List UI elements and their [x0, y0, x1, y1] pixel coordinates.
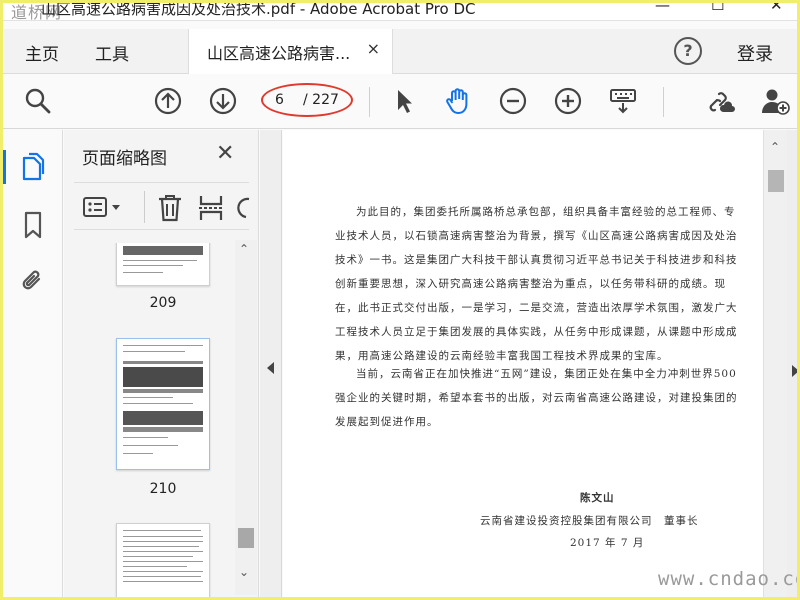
- scroll-up-arrow-icon[interactable]: ⌃: [770, 140, 780, 154]
- total-pages: / 227: [303, 92, 339, 108]
- attachment-icon[interactable]: [19, 266, 47, 296]
- page-thumbnail[interactable]: [116, 523, 210, 597]
- page-number-field[interactable]: 6 / 227: [261, 83, 355, 117]
- document-tab-close-button[interactable]: ×: [367, 39, 380, 58]
- select-arrow-icon[interactable]: [389, 86, 419, 116]
- thumbnail-page-label: 209: [149, 295, 177, 311]
- panel-title: 页面缩略图: [82, 149, 167, 169]
- document-paragraph: 当前，云南省正在加快推进“五网”建设，集团正处在集中全力冲刺世界500强企业的关…: [335, 368, 738, 428]
- document-page: 为此目的，集团委托所属路桥总承包部，组织具备丰富经验的总工程师、专业技术人员，以…: [283, 130, 763, 597]
- document-tab-label: 山区高速公路病害...: [207, 44, 351, 63]
- page-up-icon[interactable]: [153, 86, 183, 116]
- hand-icon[interactable]: [443, 86, 473, 116]
- page-thumbnail[interactable]: [116, 243, 210, 286]
- search-icon[interactable]: [23, 86, 53, 116]
- acrobat-window: 道桥网 山区高速公路病害成因及处治技术.pdf - Adobe Acrobat …: [0, 0, 800, 600]
- minimize-button[interactable]: —: [655, 3, 670, 14]
- tab-home[interactable]: 主页: [25, 40, 59, 65]
- watermark: www.cndao.com: [658, 568, 797, 590]
- panel-close-button[interactable]: ✕: [216, 141, 234, 166]
- login-button[interactable]: 登录: [737, 40, 773, 66]
- active-indicator: [3, 150, 6, 184]
- keyboard-icon[interactable]: [608, 86, 638, 116]
- expand-right-icon: [792, 365, 797, 377]
- help-button[interactable]: ?: [674, 37, 702, 65]
- scroll-down-arrow-icon[interactable]: ⌄: [239, 565, 249, 579]
- current-page-input[interactable]: 6: [275, 92, 284, 108]
- toolbar-divider: [663, 87, 664, 117]
- document-paragraph: 为此目的，集团委托所属路桥总承包部，组织具备丰富经验的总工程师、专业技术人员，以…: [335, 206, 738, 362]
- tab-bar: 主页 工具 山区高速公路病害... × ? 登录: [3, 29, 797, 74]
- delete-page-icon[interactable]: [156, 193, 184, 227]
- page-thumbnails-icon[interactable]: [19, 152, 47, 182]
- scrollbar-thumb[interactable]: [238, 528, 254, 548]
- thumbnail-page-label: 210: [149, 481, 177, 497]
- page-down-icon[interactable]: [208, 86, 238, 116]
- scrollbar-thumb[interactable]: [768, 170, 784, 192]
- tab-tools[interactable]: 工具: [95, 40, 129, 65]
- signature-name: 陈文山: [580, 492, 615, 504]
- document-scrollbar[interactable]: ⌃: [763, 130, 787, 597]
- scroll-up-arrow-icon[interactable]: ⌃: [239, 242, 249, 256]
- close-window-button[interactable]: ✕: [770, 3, 783, 14]
- rotate-page-icon[interactable]: [237, 195, 251, 225]
- panel-toolbar: [74, 182, 251, 230]
- thumbnail-options-icon[interactable]: [82, 195, 126, 225]
- title-bar: 道桥网 山区高速公路病害成因及处治技术.pdf - Adobe Acrobat …: [3, 0, 797, 22]
- share-link-icon[interactable]: [705, 86, 735, 116]
- zoom-in-icon[interactable]: [553, 86, 583, 116]
- zoom-out-icon[interactable]: [498, 86, 528, 116]
- signature-date: 2017 年 7 月: [570, 537, 645, 549]
- navigation-rail: [3, 130, 63, 597]
- window-title: 山区高速公路病害成因及处治技术.pdf - Adobe Acrobat Pro …: [41, 0, 476, 18]
- thumbnails-list: 209 210: [64, 243, 244, 597]
- thumbnails-scrollbar[interactable]: ⌃ ⌄: [235, 240, 257, 595]
- panel-divider: [144, 191, 145, 223]
- right-panel-expand-handle[interactable]: [787, 130, 797, 597]
- page-thumbnail[interactable]: [116, 338, 210, 470]
- toolbar-divider: [369, 87, 370, 117]
- signature-organization: 云南省建设投资控股集团有限公司 董事长: [480, 515, 699, 527]
- maximize-button[interactable]: ☐: [711, 3, 724, 14]
- panel-collapse-handle[interactable]: [260, 130, 282, 597]
- bookmark-icon[interactable]: [19, 210, 47, 240]
- main-toolbar: 6 / 227: [3, 75, 797, 129]
- tab-document[interactable]: 山区高速公路病害... ×: [188, 29, 393, 74]
- thumbnails-panel: 页面缩略图 ✕ 209 210 ⌃ ⌄: [64, 130, 259, 597]
- document-view[interactable]: 为此目的，集团委托所属路桥总承包部，组织具备丰富经验的总工程师、专业技术人员，以…: [283, 130, 763, 597]
- extract-page-icon[interactable]: [198, 193, 224, 227]
- add-user-icon[interactable]: [760, 86, 790, 116]
- collapse-left-icon: [267, 362, 274, 374]
